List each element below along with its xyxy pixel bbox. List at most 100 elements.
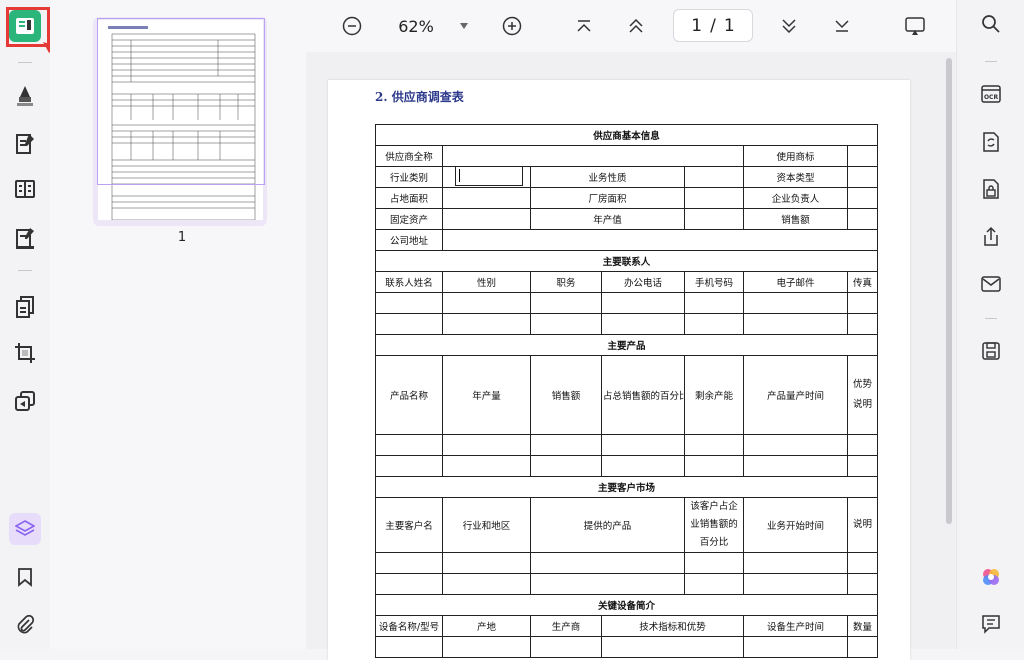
table-cell[interactable]	[375, 455, 443, 477]
table-cell[interactable]	[530, 455, 602, 477]
field-input[interactable]	[684, 166, 744, 188]
table-cell[interactable]	[530, 292, 602, 314]
table-cell[interactable]	[601, 434, 685, 456]
table-cell[interactable]	[442, 636, 531, 658]
crop-button[interactable]	[9, 337, 41, 369]
organize-pages-button[interactable]	[9, 291, 41, 323]
protect-button[interactable]	[977, 175, 1005, 203]
table-cell[interactable]	[375, 313, 443, 335]
field-input[interactable]	[846, 208, 879, 230]
column-header: 性别	[442, 271, 531, 293]
layers-button[interactable]	[9, 513, 41, 545]
table-cell[interactable]	[442, 552, 531, 574]
convert-document-button[interactable]	[977, 128, 1005, 156]
table-cell[interactable]	[442, 455, 531, 477]
edit-pdf-button[interactable]	[9, 128, 41, 160]
table-cell[interactable]	[375, 552, 443, 574]
table-cell[interactable]	[375, 636, 443, 658]
field-input[interactable]	[442, 208, 531, 230]
column-header: 设备名称/型号	[375, 615, 443, 637]
bookmark-button[interactable]	[9, 561, 41, 593]
table-cell[interactable]	[530, 573, 685, 595]
field-input[interactable]	[442, 187, 531, 209]
thumbnail-viewport-indicator[interactable]	[97, 18, 265, 185]
previous-page-button[interactable]	[626, 16, 646, 36]
ai-assistant-button[interactable]	[977, 563, 1005, 591]
table-cell[interactable]	[442, 313, 531, 335]
form-tool-button[interactable]	[9, 173, 41, 205]
table-cell[interactable]	[846, 313, 879, 335]
zoom-out-button[interactable]	[341, 15, 363, 37]
table-cell[interactable]	[846, 573, 879, 595]
ocr-button[interactable]: OCR	[977, 79, 1005, 107]
active-text-field[interactable]	[455, 167, 523, 186]
field-input[interactable]	[846, 187, 879, 209]
page-number-field[interactable]: 1 / 1	[673, 9, 753, 42]
table-cell[interactable]	[684, 313, 744, 335]
table-cell[interactable]	[684, 434, 744, 456]
search-button[interactable]	[977, 10, 1005, 38]
zoom-level[interactable]: 62%	[392, 14, 440, 38]
share-button[interactable]	[977, 223, 1005, 251]
table-cell[interactable]	[743, 636, 848, 658]
field-input[interactable]	[441, 229, 879, 251]
last-page-button[interactable]	[832, 16, 852, 36]
total-pages: 1	[723, 15, 735, 36]
table-cell[interactable]	[375, 292, 443, 314]
table-cell[interactable]	[846, 636, 879, 658]
table-cell[interactable]	[530, 636, 602, 658]
next-page-button[interactable]	[779, 16, 799, 36]
field-input[interactable]	[442, 166, 531, 188]
table-cell[interactable]	[684, 292, 744, 314]
table-cell[interactable]	[743, 552, 848, 574]
field-input[interactable]	[684, 187, 744, 209]
convert-button[interactable]	[9, 385, 41, 417]
zoom-in-button[interactable]	[501, 15, 523, 37]
save-button[interactable]	[977, 337, 1005, 365]
table-cell[interactable]	[743, 292, 848, 314]
field-input[interactable]	[442, 145, 744, 167]
email-button[interactable]	[977, 270, 1005, 298]
field-label: 行业类别	[375, 166, 443, 188]
column-header: 提供的产品	[530, 497, 685, 553]
field-input[interactable]	[846, 145, 879, 167]
table-cell[interactable]	[684, 455, 744, 477]
presentation-button[interactable]	[903, 14, 927, 38]
table-cell[interactable]	[743, 455, 848, 477]
table-cell[interactable]	[846, 434, 879, 456]
table-cell[interactable]	[684, 573, 744, 595]
table-cell[interactable]	[442, 292, 531, 314]
table-cell[interactable]	[846, 552, 879, 574]
table-cell[interactable]	[601, 313, 685, 335]
table-cell[interactable]	[743, 313, 848, 335]
table-cell[interactable]	[846, 455, 879, 477]
table-cell[interactable]	[442, 573, 531, 595]
field-input[interactable]	[684, 208, 744, 230]
table-cell[interactable]	[684, 552, 744, 574]
table-cell[interactable]	[375, 434, 443, 456]
field-input[interactable]	[846, 166, 879, 188]
table-cell[interactable]	[530, 434, 602, 456]
section-header: 关键设备简介	[374, 594, 879, 616]
attachment-button[interactable]	[9, 609, 41, 641]
table-cell[interactable]	[530, 552, 685, 574]
table-cell[interactable]	[375, 573, 443, 595]
vertical-scrollbar[interactable]	[946, 58, 952, 524]
table-cell[interactable]	[601, 455, 685, 477]
table-cell[interactable]	[743, 434, 848, 456]
table-cell[interactable]	[530, 313, 602, 335]
comments-panel-button[interactable]	[977, 610, 1005, 638]
table-cell[interactable]	[601, 636, 744, 658]
table-cell[interactable]	[743, 573, 848, 595]
table-cell[interactable]	[846, 292, 879, 314]
column-header: 职务	[530, 271, 602, 293]
field-label: 企业负责人	[743, 187, 848, 209]
first-page-button[interactable]	[574, 16, 594, 36]
column-header: 业务开始时间	[743, 497, 848, 553]
table-cell[interactable]	[442, 434, 531, 456]
pdf-page[interactable]: 2. 供应商调查表 供应商基本信息 供应商全称 使用商标 行业类别 业务性质 资…	[328, 80, 910, 660]
fill-sign-button[interactable]	[9, 222, 41, 254]
column-header: 占总销售额的百分比	[601, 355, 685, 435]
zoom-dropdown-button[interactable]	[456, 18, 472, 34]
table-cell[interactable]	[601, 292, 685, 314]
